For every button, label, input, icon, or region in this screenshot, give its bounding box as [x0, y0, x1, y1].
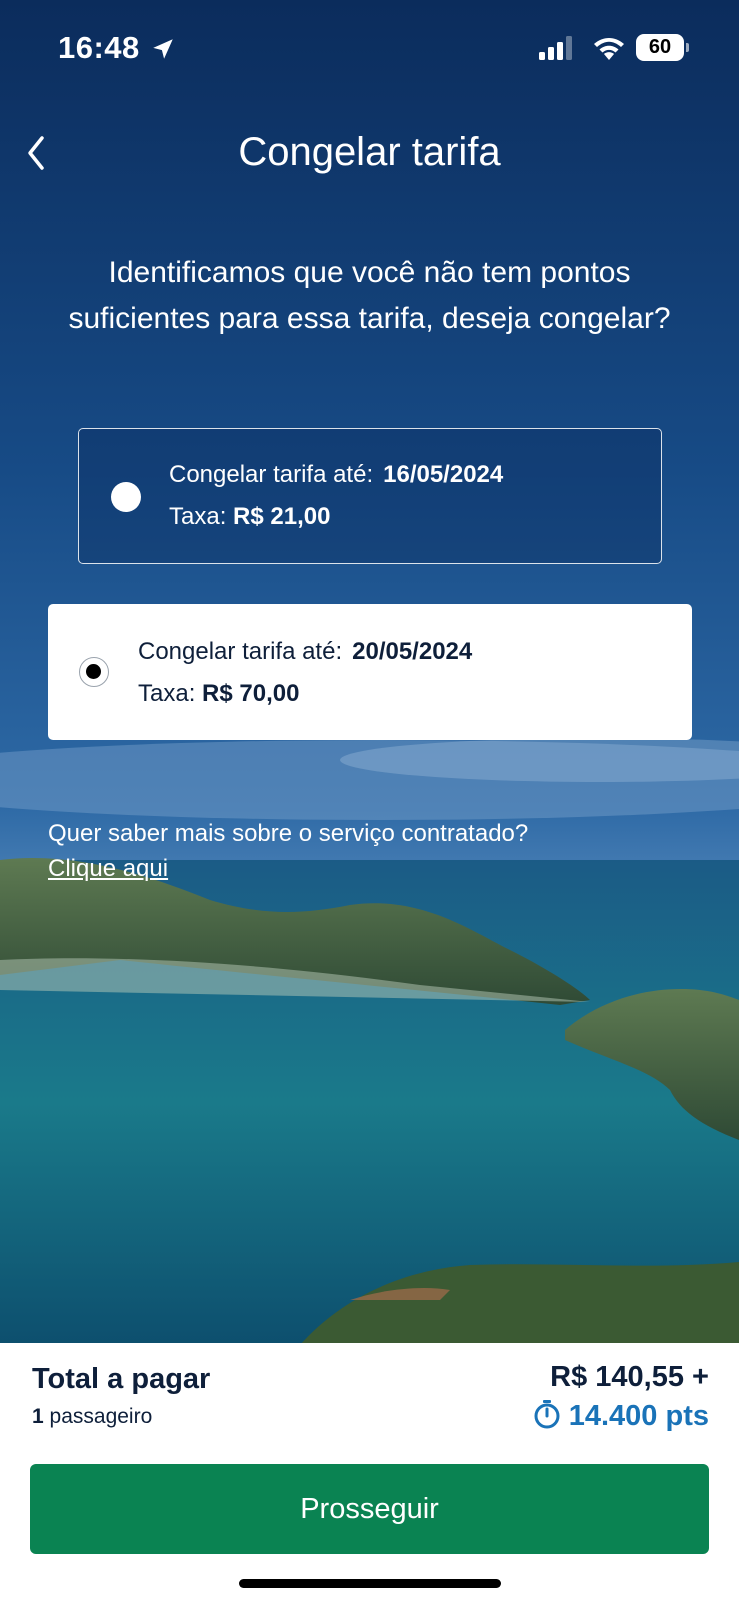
- radio-selected-dot: [86, 664, 101, 679]
- screen: 16:48 60 Congelar tarifa Identificamos q…: [0, 0, 739, 1600]
- freeze-option-1[interactable]: Congelar tarifa até: 16/05/2024 Taxa: R$ …: [78, 428, 662, 564]
- option-2-fee-label: Taxa:: [138, 680, 196, 707]
- passenger-number: 1: [32, 1405, 44, 1428]
- option-1-date-line: Congelar tarifa até: 16/05/2024: [169, 461, 503, 489]
- option-1-fee-line: Taxa: R$ 21,00: [169, 503, 330, 531]
- option-2-date: 20/05/2024: [352, 638, 473, 665]
- insufficient-points-message: Identificamos que você não tem pontos su…: [68, 256, 671, 335]
- more-info: Quer saber mais sobre o serviço contrata…: [48, 816, 528, 886]
- page-title: Congelar tarifa: [238, 130, 501, 174]
- click-here-link[interactable]: Clique aqui: [48, 855, 168, 882]
- radio-button-unselected[interactable]: [111, 482, 141, 512]
- header: Congelar tarifa: [0, 118, 739, 188]
- proceed-button[interactable]: Prosseguir: [30, 1464, 709, 1554]
- option-2-label: Congelar tarifa até:: [138, 638, 343, 665]
- battery-icon: 60: [636, 34, 689, 61]
- home-indicator: [239, 1579, 501, 1588]
- footer-summary: Total a pagar 1 passageiro R$ 140,55 + 1…: [0, 1343, 739, 1600]
- option-2-fee-line: Taxa: R$ 70,00: [138, 680, 299, 708]
- freeze-option-2[interactable]: Congelar tarifa até: 20/05/2024 Taxa: R$ …: [48, 604, 692, 740]
- total-label: Total a pagar: [32, 1363, 211, 1395]
- passenger-label: passageiro: [49, 1405, 153, 1428]
- status-time: 16:48: [58, 30, 140, 65]
- status-bar: 16:48 60: [0, 0, 739, 100]
- battery-level: 60: [636, 34, 684, 61]
- stopwatch-icon: [534, 1400, 560, 1429]
- option-2-fee: R$ 70,00: [202, 680, 300, 707]
- total-price: R$ 140,55 +: [550, 1361, 709, 1393]
- radio-button-selected[interactable]: [79, 657, 109, 687]
- option-1-fee: R$ 21,00: [233, 503, 331, 530]
- battery-tip: [686, 43, 689, 52]
- option-1-date: 16/05/2024: [383, 461, 504, 488]
- total-points: 14.400 pts: [533, 1399, 709, 1433]
- more-info-question: Quer saber mais sobre o serviço contrata…: [48, 820, 529, 847]
- option-1-label: Congelar tarifa até:: [169, 461, 374, 488]
- points-value: 14.400 pts: [568, 1400, 709, 1432]
- cellular-signal-icon: [539, 36, 572, 60]
- option-2-date-line: Congelar tarifa até: 20/05/2024: [138, 638, 472, 666]
- wifi-icon: [594, 38, 624, 60]
- passenger-count: 1 passageiro: [32, 1405, 152, 1429]
- location-arrow-icon: [153, 39, 173, 59]
- option-1-fee-label: Taxa:: [169, 503, 227, 530]
